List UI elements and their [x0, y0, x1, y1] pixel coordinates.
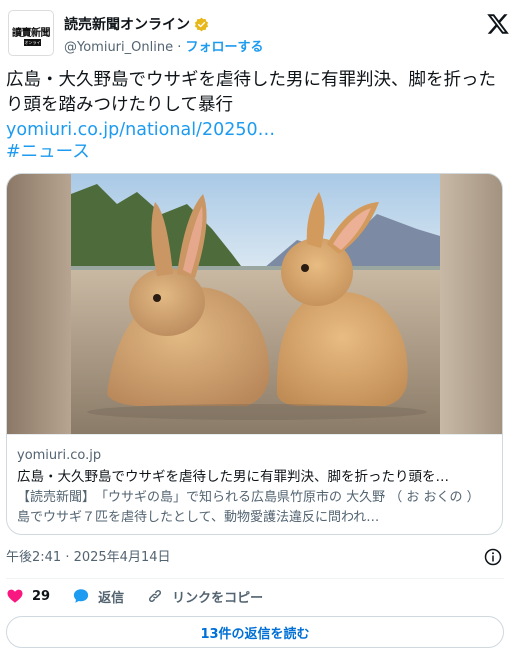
reply-button[interactable]: 返信	[72, 587, 124, 606]
divider	[6, 578, 504, 579]
avatar[interactable]: 讀賣新聞 オンライン	[8, 10, 54, 56]
x-logo-icon[interactable]	[486, 12, 510, 36]
verified-badge-icon	[194, 17, 209, 31]
heart-icon	[7, 589, 23, 603]
like-count: 29	[32, 588, 51, 604]
rabbits-photo-icon[interactable]	[7, 174, 503, 434]
link-icon	[149, 589, 162, 603]
reply-label: 返信	[98, 590, 125, 606]
card-description: 【読売新聞】 「ウサギの島」で知られる広島県竹原市の 大久野 （ お おくの ）…	[17, 490, 480, 525]
timestamp-row: 午後2:41 · 2025年4月14日	[6, 546, 504, 568]
name-row: 読売新聞オンライン	[64, 14, 209, 34]
handle-separator: ·	[173, 40, 186, 55]
card-title: 広島・大久野島でウサギを虐待した男に有罪判決、脚を折ったり頭を…	[17, 469, 449, 485]
display-name[interactable]: 読売新聞オンライン	[64, 14, 190, 34]
avatar-logo-text: 讀賣新聞	[12, 28, 51, 39]
handle-row: @Yomiuri_Online · フォローする	[64, 36, 264, 55]
copy-link-button[interactable]: リンクをコピー	[146, 587, 263, 606]
like-button[interactable]: 29	[6, 587, 50, 605]
avatar-logo-subtext-box: オンライン	[24, 39, 41, 52]
tweet-header: 讀賣新聞 オンライン 読売新聞オンライン @Yomiuri_Online · フ…	[8, 8, 512, 60]
timestamp[interactable]: 午後2:41 · 2025年4月14日	[6, 550, 171, 565]
avatar-logo-subtext: オンライン	[24, 40, 41, 52]
copy-link-label: リンクをコピー	[172, 590, 264, 606]
link-card[interactable]: yomiuri.co.jp 広島・大久野島でウサギを虐待した男に有罪判決、脚を折…	[6, 173, 503, 535]
tweet-hashtag[interactable]: #ニュース	[6, 140, 90, 165]
follow-button[interactable]: フォローする	[185, 40, 263, 55]
action-bar: 29 返信 リンクをコピー	[6, 584, 285, 608]
handle[interactable]: @Yomiuri_Online	[64, 40, 173, 55]
card-domain: yomiuri.co.jp	[17, 448, 102, 463]
info-icon[interactable]	[484, 548, 502, 566]
card-meta[interactable]: yomiuri.co.jp 広島・大久野島でウサギを虐待した男に有罪判決、脚を折…	[7, 434, 502, 534]
reply-bubble-icon	[73, 589, 89, 603]
tweet-text: 広島・大久野島でウサギを虐待した男に有罪判決、脚を折ったり頭を踏みつけたりして暴…	[6, 70, 496, 115]
read-replies-button[interactable]: 13件の返信を読む	[6, 616, 504, 648]
